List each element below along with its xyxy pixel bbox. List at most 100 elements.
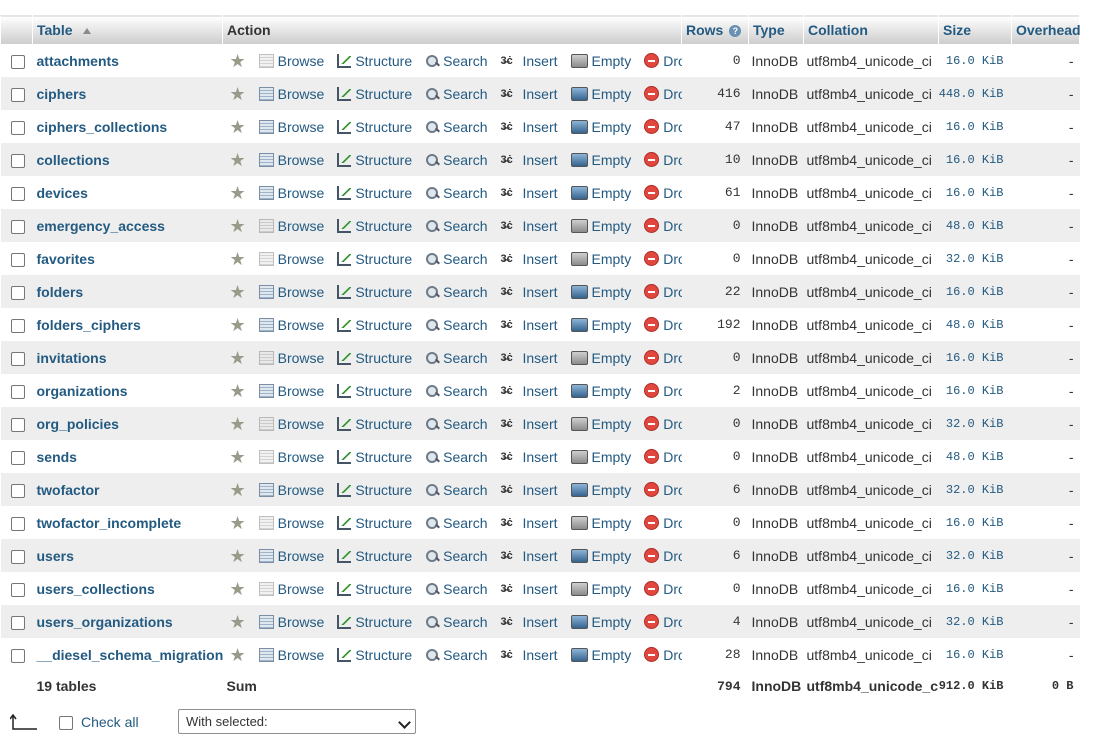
search-action[interactable]: Search (425, 284, 488, 300)
table-name-link[interactable]: twofactor_incomplete (33, 515, 182, 531)
structure-action[interactable]: Structure (337, 614, 412, 630)
table-size[interactable]: 16.0 KiB (938, 176, 1012, 209)
header-table[interactable]: Table (32, 15, 223, 44)
insert-action[interactable]: 3̶ċ Insert (501, 152, 558, 168)
empty-action[interactable]: Empty (570, 218, 631, 234)
with-selected-dropdown[interactable]: With selected: (178, 709, 416, 734)
empty-action[interactable]: Empty (570, 515, 631, 531)
table-name-link[interactable]: twofactor (33, 482, 100, 498)
browse-action[interactable]: Browse (258, 614, 324, 630)
empty-action[interactable]: Empty (570, 317, 631, 333)
search-action[interactable]: Search (425, 86, 488, 102)
search-action[interactable]: Search (425, 152, 488, 168)
drop-action[interactable]: Drop (644, 317, 682, 333)
favorite-star-icon[interactable]: ★ (230, 151, 246, 169)
structure-action[interactable]: Structure (337, 416, 412, 432)
browse-action[interactable]: Browse (258, 416, 324, 432)
insert-action[interactable]: 3̶ċ Insert (501, 548, 558, 564)
empty-action[interactable]: Empty (570, 86, 631, 102)
row-checkbox[interactable] (10, 450, 25, 465)
search-action[interactable]: Search (425, 482, 488, 498)
table-size[interactable]: 48.0 KiB (938, 440, 1012, 473)
table-name-link[interactable]: folders (33, 284, 84, 300)
drop-action[interactable]: Drop (644, 218, 682, 234)
empty-action[interactable]: Empty (570, 284, 631, 300)
drop-action[interactable]: Drop (644, 647, 682, 663)
search-action[interactable]: Search (425, 218, 488, 234)
table-name-link[interactable]: favorites (33, 251, 95, 267)
insert-action[interactable]: 3̶ċ Insert (501, 119, 558, 135)
table-size[interactable]: 16.0 KiB (938, 506, 1012, 539)
insert-action[interactable]: 3̶ċ Insert (501, 416, 558, 432)
browse-action[interactable]: Browse (258, 251, 324, 267)
empty-action[interactable]: Empty (570, 548, 631, 564)
favorite-star-icon[interactable]: ★ (230, 580, 246, 598)
table-name-link[interactable]: sends (33, 449, 77, 465)
insert-action[interactable]: 3̶ċ Insert (501, 317, 558, 333)
table-name-link[interactable]: org_policies (33, 416, 119, 432)
table-size[interactable]: 16.0 KiB (938, 110, 1012, 143)
table-name-link[interactable]: organizations (33, 383, 128, 399)
browse-action[interactable]: Browse (258, 86, 324, 102)
drop-action[interactable]: Drop (644, 482, 682, 498)
table-name-link[interactable]: ciphers (33, 86, 87, 102)
table-name-link[interactable]: collections (33, 152, 110, 168)
row-checkbox[interactable] (10, 54, 25, 69)
drop-action[interactable]: Drop (644, 185, 682, 201)
drop-action[interactable]: Drop (644, 548, 682, 564)
search-action[interactable]: Search (425, 449, 488, 465)
empty-action[interactable]: Empty (570, 614, 631, 630)
favorite-star-icon[interactable]: ★ (230, 52, 246, 70)
favorite-star-icon[interactable]: ★ (230, 415, 246, 433)
row-checkbox[interactable] (10, 318, 25, 333)
empty-action[interactable]: Empty (570, 251, 631, 267)
favorite-star-icon[interactable]: ★ (230, 547, 246, 565)
table-size[interactable]: 32.0 KiB (938, 605, 1012, 638)
empty-action[interactable]: Empty (570, 581, 631, 597)
header-rows[interactable]: Rows? (681, 15, 749, 44)
insert-action[interactable]: 3̶ċ Insert (501, 581, 558, 597)
favorite-star-icon[interactable]: ★ (230, 382, 246, 400)
favorite-star-icon[interactable]: ★ (230, 613, 246, 631)
favorite-star-icon[interactable]: ★ (230, 283, 246, 301)
favorite-star-icon[interactable]: ★ (230, 184, 246, 202)
empty-action[interactable]: Empty (570, 647, 631, 663)
structure-action[interactable]: Structure (337, 317, 412, 333)
insert-action[interactable]: 3̶ċ Insert (501, 251, 558, 267)
table-size[interactable]: 48.0 KiB (938, 308, 1012, 341)
table-name-link[interactable]: users_collections (33, 581, 155, 597)
row-checkbox[interactable] (10, 615, 25, 630)
table-name-link[interactable]: __diesel_schema_migrations (33, 647, 223, 663)
insert-action[interactable]: 3̶ċ Insert (501, 614, 558, 630)
table-size[interactable]: 16.0 KiB (938, 143, 1012, 176)
row-checkbox[interactable] (10, 516, 25, 531)
drop-action[interactable]: Drop (644, 449, 682, 465)
empty-action[interactable]: Empty (570, 152, 631, 168)
header-type[interactable]: Type (748, 15, 804, 44)
insert-action[interactable]: 3̶ċ Insert (501, 515, 558, 531)
structure-action[interactable]: Structure (337, 449, 412, 465)
structure-action[interactable]: Structure (337, 581, 412, 597)
browse-action[interactable]: Browse (258, 515, 324, 531)
structure-action[interactable]: Structure (337, 86, 412, 102)
favorite-star-icon[interactable]: ★ (230, 118, 246, 136)
browse-action[interactable]: Browse (258, 152, 324, 168)
drop-action[interactable]: Drop (644, 251, 682, 267)
empty-action[interactable]: Empty (570, 383, 631, 399)
empty-action[interactable]: Empty (570, 119, 631, 135)
structure-action[interactable]: Structure (337, 515, 412, 531)
table-size[interactable]: 16.0 KiB (938, 374, 1012, 407)
drop-action[interactable]: Drop (644, 119, 682, 135)
row-checkbox[interactable] (10, 285, 25, 300)
table-size[interactable]: 16.0 KiB (938, 638, 1012, 671)
search-action[interactable]: Search (425, 548, 488, 564)
table-name-link[interactable]: ciphers_collections (33, 119, 168, 135)
favorite-star-icon[interactable]: ★ (230, 85, 246, 103)
insert-action[interactable]: 3̶ċ Insert (501, 383, 558, 399)
insert-action[interactable]: 3̶ċ Insert (501, 449, 558, 465)
insert-action[interactable]: 3̶ċ Insert (501, 647, 558, 663)
structure-action[interactable]: Structure (337, 548, 412, 564)
table-size[interactable]: 16.0 KiB (938, 341, 1012, 374)
structure-action[interactable]: Structure (337, 350, 412, 366)
drop-action[interactable]: Drop (644, 350, 682, 366)
